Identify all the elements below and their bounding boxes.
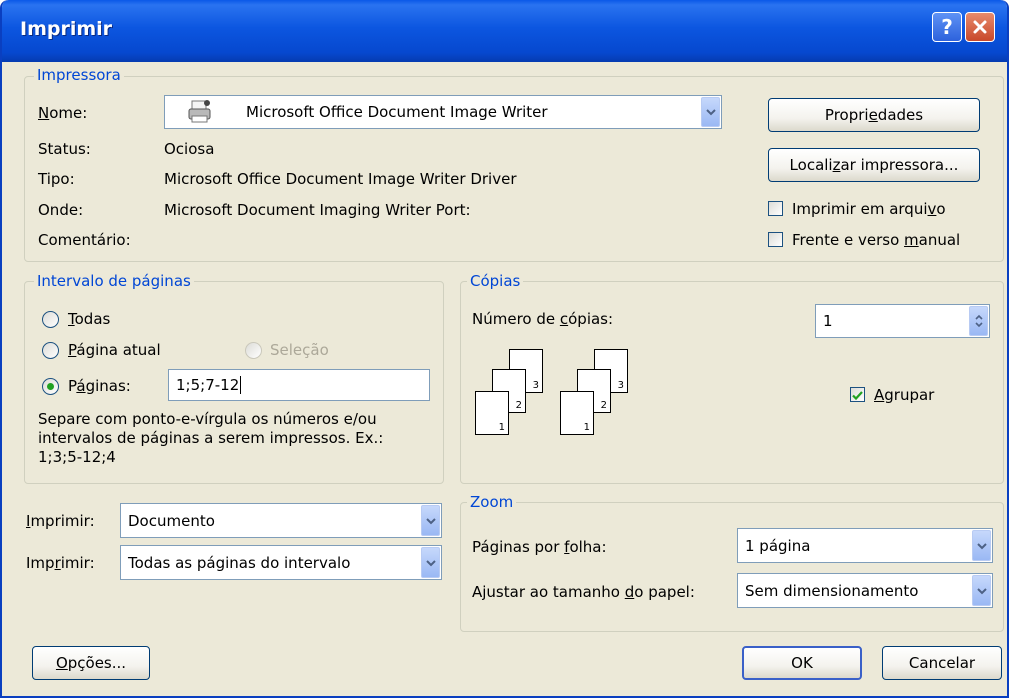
ok-button[interactable]: OK [742,646,862,680]
pages-label[interactable]: Páginas: [68,377,131,395]
pages-per-sheet-select[interactable]: 1 página [737,528,993,563]
copies-count-value: 1 [823,312,833,330]
page-range-help: Separe com ponto-e-vírgula os números e/… [38,410,383,467]
copies-legend: Cópias [467,272,524,290]
printer-legend: Impressora [34,66,124,84]
type-label: Tipo: [38,170,75,188]
copies-count-label: Número de cópias: [472,310,614,328]
print-pages-select[interactable]: Todas as páginas do intervalo [120,545,442,580]
find-printer-button[interactable]: Locali z ar impressora... [768,148,980,182]
collate-label[interactable]: Agrupar [874,386,934,404]
print-dialog: Imprimir ? Impressora Nome: Microsoft Of… [0,0,1009,698]
pages-input-value: 1;5;7-12 [176,376,240,394]
scale-to-paper-select[interactable]: Sem dimensionamento [737,573,993,608]
copies-count-spinner[interactable]: 1 [815,304,990,338]
print-what-label-1: Imprimir: [26,512,95,530]
printer-name-value: Microsoft Office Document Image Writer [246,103,548,121]
page-icon-1: 1 [475,391,509,435]
radio-selected-dot [47,383,54,390]
status-label: Status: [38,140,91,158]
pages-per-sheet-value: 1 página [745,536,811,555]
current-page-label[interactable]: Página atual [68,341,161,359]
close-button[interactable] [965,12,995,42]
options-button[interactable]: Opções... [32,646,150,680]
all-pages-radio[interactable] [42,311,59,328]
pages-per-sheet-label: Páginas por folha: [472,538,607,556]
manual-duplex-label[interactable]: Frente e verso manual [792,231,960,249]
zoom-group [460,502,1004,632]
print-what-value: Documento [128,511,215,530]
checkmark-icon [852,391,863,401]
help-line-1: Separe com ponto-e-vírgula os números e/… [38,410,377,428]
comment-label: Comentário: [38,231,131,249]
print-pages-value: Todas as páginas do intervalo [128,553,351,572]
pages-input[interactable]: 1;5;7-12 [168,369,430,401]
selection-radio [245,342,262,359]
spinner-arrows-icon[interactable] [969,306,988,336]
help-button[interactable]: ? [932,12,962,42]
scale-to-paper-label: Ajustar ao tamanho do papel: [472,583,695,601]
title-bar[interactable]: Imprimir ? [2,0,1007,62]
chevron-down-icon[interactable] [972,530,991,561]
print-to-file-label[interactable]: Imprimir em arquivo [792,200,946,218]
type-value: Microsoft Office Document Image Writer D… [164,170,517,188]
chevron-down-icon[interactable] [701,97,720,127]
close-icon [973,20,987,34]
properties-button[interactable]: Propri e dades [768,98,980,132]
page-icon-1: 1 [560,391,594,435]
current-page-radio[interactable] [42,342,59,359]
print-what-select[interactable]: Documento [120,503,442,538]
collate-checkbox[interactable] [850,387,865,402]
pages-radio[interactable] [42,378,59,395]
printer-name-select[interactable]: Microsoft Office Document Image Writer [164,95,722,129]
help-line-2: intervalos de páginas a serem impressos.… [38,429,384,447]
window-title: Imprimir [20,18,113,40]
print-what-label-2: Imprimir: [26,554,95,572]
printer-icon [186,99,214,125]
selection-label: Seleção [270,341,329,359]
printer-name-label: Nome: [38,104,88,122]
manual-duplex-checkbox[interactable] [768,232,783,247]
help-line-3: 1;3;5-12;4 [38,448,116,466]
print-to-file-checkbox[interactable] [768,201,783,216]
chevron-down-icon[interactable] [421,547,440,578]
status-value: Ociosa [164,140,215,158]
chevron-down-icon[interactable] [421,505,440,536]
all-pages-label[interactable]: Todas [68,310,110,328]
where-label: Onde: [38,201,84,219]
cancel-button[interactable]: Cancelar [882,646,1002,680]
page-range-legend: Intervalo de páginas [34,272,194,290]
chevron-down-icon[interactable] [972,575,991,606]
scale-to-paper-value: Sem dimensionamento [745,581,919,600]
zoom-legend: Zoom [467,493,517,511]
where-value: Microsoft Document Imaging Writer Port: [164,201,471,219]
